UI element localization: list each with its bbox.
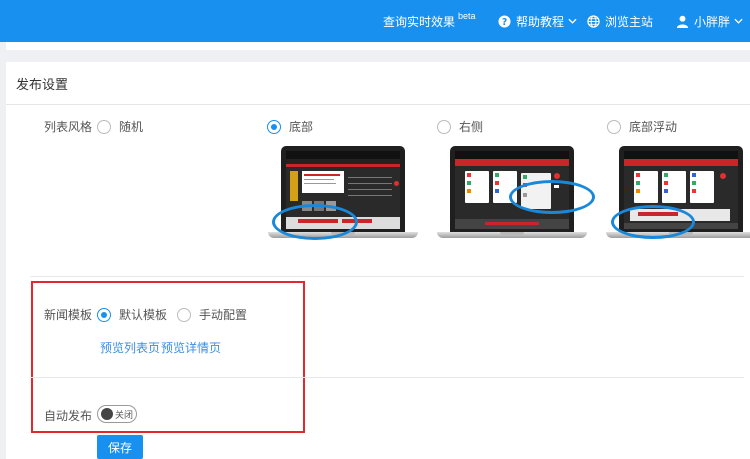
radio-circle — [97, 307, 111, 322]
radio-default-template[interactable]: 默认模板 — [97, 306, 167, 323]
svg-text:?: ? — [502, 16, 507, 27]
save-button[interactable]: 保存 — [97, 435, 143, 459]
help-label: 帮助教程 — [516, 14, 565, 29]
toggle-knob — [101, 408, 113, 420]
radio-label: 默认模板 — [119, 308, 168, 322]
radio-manual-config[interactable]: 手动配置 — [177, 306, 247, 323]
user-name: 小胖胖 — [694, 14, 731, 29]
radio-circle — [177, 307, 191, 322]
main-site-label: 浏览主站 — [605, 14, 654, 29]
realtime-label: 查询实时效果 — [383, 14, 456, 29]
main-site-link[interactable]: 浏览主站 — [587, 0, 653, 42]
auto-publish-toggle[interactable]: 关闭 — [97, 405, 137, 423]
divider — [30, 276, 744, 277]
beta-badge: beta — [458, 11, 476, 21]
radio-circle — [607, 119, 621, 134]
previous-section-edge — [6, 42, 750, 50]
chevron-down-icon — [734, 18, 743, 24]
chevron-down-icon — [568, 18, 577, 24]
radio-bottom[interactable]: 底部 — [267, 118, 313, 135]
help-menu[interactable]: ? 帮助教程 — [498, 0, 577, 42]
panel-title: 发布设置 — [16, 77, 69, 92]
radio-right[interactable]: 右侧 — [437, 118, 483, 135]
radio-label: 底部 — [289, 120, 314, 134]
highlight-ellipse — [509, 180, 595, 214]
highlight-ellipse — [611, 205, 695, 239]
auto-publish-label: 自动发布 — [44, 409, 93, 423]
user-icon — [676, 15, 689, 28]
radio-label: 随机 — [119, 120, 144, 134]
user-menu[interactable]: 小胖胖 — [676, 0, 743, 42]
question-icon: ? — [498, 14, 511, 27]
news-template-label: 新闻模板 — [44, 308, 93, 322]
globe-icon — [587, 14, 600, 28]
preview-list-link[interactable]: 预览列表页 — [100, 339, 160, 356]
radio-circle — [97, 119, 111, 134]
divider — [6, 104, 750, 105]
realtime-preview-link[interactable]: 查询实时效果 beta — [383, 0, 476, 42]
radio-label: 手动配置 — [199, 308, 248, 322]
divider — [30, 377, 744, 378]
list-style-label: 列表风格 — [44, 120, 93, 134]
radio-random[interactable]: 随机 — [97, 118, 143, 135]
radio-bottom-floating[interactable]: 底部浮动 — [607, 118, 677, 135]
toggle-label: 关闭 — [115, 409, 134, 420]
highlight-ellipse — [272, 204, 358, 240]
radio-circle — [267, 119, 281, 134]
radio-label: 右侧 — [459, 120, 484, 134]
top-navigation-bar: 查询实时效果 beta ? 帮助教程 浏览主站 小胖胖 — [0, 0, 750, 42]
preview-detail-link[interactable]: 预览详情页 — [161, 339, 221, 356]
radio-label: 底部浮动 — [629, 120, 678, 134]
radio-circle — [437, 119, 451, 134]
